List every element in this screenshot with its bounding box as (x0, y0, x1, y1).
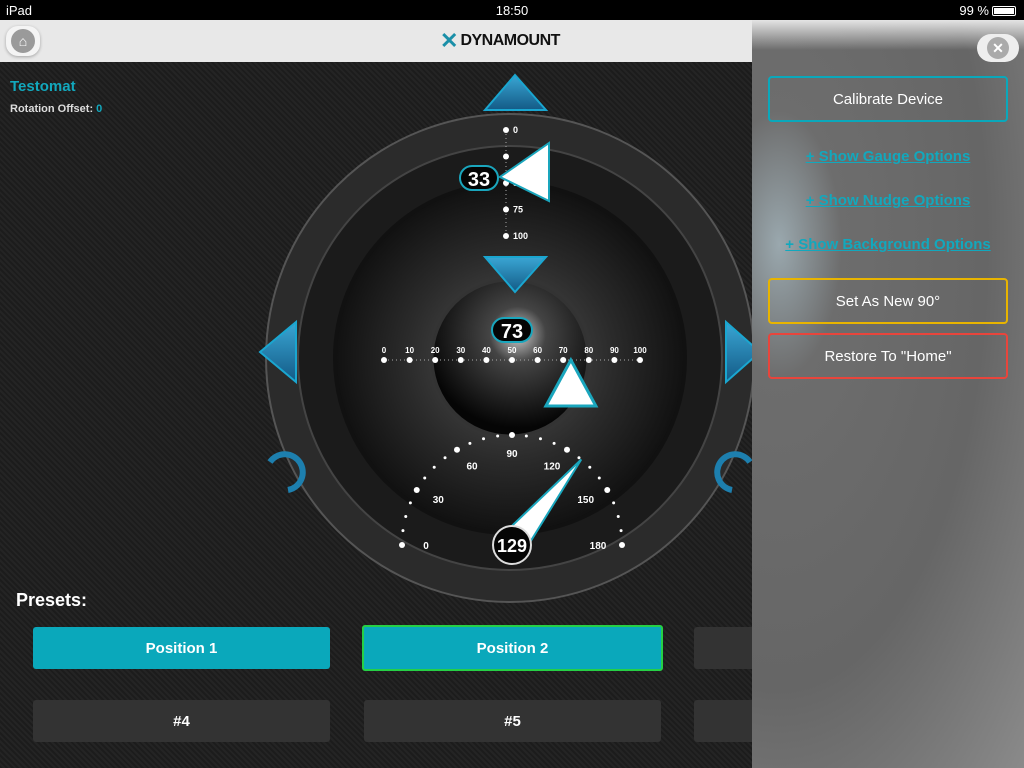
main-area: Testomat Rotation Offset: 0 050751003301… (0, 62, 752, 768)
horizontal-tick (637, 357, 643, 363)
home-button[interactable]: ⌂ (6, 26, 40, 56)
logo-mark-icon: ✕ (440, 28, 459, 53)
preset-4[interactable]: #4 (33, 700, 330, 742)
horizontal-tick-label: 90 (610, 346, 619, 355)
rotation-tick (482, 437, 486, 441)
horizontal-tick (432, 357, 439, 363)
horizontal-tick (406, 357, 413, 363)
battery-percent: 99 % (959, 3, 989, 18)
rotation-tick-label: 180 (590, 541, 607, 552)
rotation-tick (619, 542, 625, 548)
status-bar: iPad 18:50 99 % (0, 0, 1024, 20)
horizontal-tick (509, 357, 515, 363)
clock: 18:50 (495, 3, 529, 18)
horizontal-tick (381, 357, 387, 363)
rotation-tick-label: 30 (433, 495, 445, 506)
home-icon: ⌂ (11, 29, 35, 53)
logo: ✕ DYNAMOUNT (440, 28, 560, 54)
rotation-tick-label: 120 (544, 461, 561, 472)
rotation-tick (401, 529, 405, 533)
preset-position-1[interactable]: Position 1 (33, 627, 330, 669)
vertical-tick-label: 75 (513, 205, 523, 215)
calibrate-device-button[interactable]: Calibrate Device (768, 76, 1008, 122)
battery-icon (992, 6, 1016, 16)
horizontal-tick (560, 357, 567, 363)
rotation-tick (619, 529, 623, 533)
rotation-tick (616, 515, 620, 519)
horizontal-tick-label: 20 (431, 346, 440, 355)
rotation-tick (538, 437, 542, 441)
close-panel-button[interactable]: ✕ (977, 34, 1019, 62)
presets-label: Presets: (16, 590, 88, 610)
horizontal-value: 73 (501, 321, 523, 343)
rotation-tick (468, 441, 472, 445)
horizontal-tick (534, 357, 541, 363)
rotation-tick (408, 501, 412, 505)
horizontal-tick-label: 0 (382, 346, 387, 355)
show-gauge-options-link[interactable]: + Show Gauge Options (752, 148, 1024, 165)
logo-text: DYNAMOUNT (460, 32, 560, 49)
rotation-tick (552, 441, 556, 445)
rotation-tick (399, 542, 405, 548)
rotation-tick-label: 90 (506, 449, 518, 460)
rotation-tick (443, 456, 447, 460)
preset-5[interactable]: #5 (364, 700, 661, 742)
rotation-tick (564, 446, 570, 453)
preset-3[interactable] (694, 627, 752, 669)
horizontal-tick-label: 40 (482, 346, 491, 355)
rotation-tick-label: 60 (466, 461, 478, 472)
rotation-tick (454, 446, 460, 453)
battery-status: 99 % (959, 3, 1016, 18)
close-icon: ✕ (987, 37, 1009, 59)
vertical-value: 33 (468, 169, 490, 191)
horizontal-tick-label: 60 (533, 346, 542, 355)
horizontal-tick-label: 30 (456, 346, 465, 355)
horizontal-tick-label: 10 (405, 346, 414, 355)
rotation-tick (612, 501, 616, 505)
rotation-value: 129 (497, 536, 527, 556)
rotation-tick (577, 456, 581, 460)
rotation-tick (509, 432, 515, 438)
show-background-options-link[interactable]: + Show Background Options (752, 236, 1024, 253)
rotation-tick (423, 476, 427, 480)
rotation-tick (597, 476, 601, 480)
restore-home-button[interactable]: Restore To "Home" (768, 333, 1008, 379)
preset-position-2[interactable]: Position 2 (362, 625, 663, 671)
nudge-up-button[interactable] (482, 73, 549, 111)
horizontal-tick (585, 357, 592, 363)
show-nudge-options-link[interactable]: + Show Nudge Options (752, 192, 1024, 209)
horizontal-tick-label: 100 (633, 346, 647, 355)
horizontal-tick-label: 80 (584, 346, 593, 355)
horizontal-tick (457, 357, 464, 363)
rotation-tick-label: 150 (577, 495, 594, 506)
settings-panel: ✕ Calibrate Device + Show Gauge Options … (752, 20, 1024, 768)
rotation-tick (432, 465, 436, 469)
vertical-tick (503, 127, 509, 133)
vertical-tick (503, 153, 509, 160)
rotation-tick-label: 0 (423, 541, 429, 552)
rotation-tick (413, 487, 420, 493)
horizontal-tick (611, 357, 618, 363)
vertical-tick-label: 0 (513, 125, 518, 135)
horizontal-tick (483, 357, 490, 363)
rotation-tick (604, 487, 611, 493)
vertical-tick (503, 206, 509, 213)
rotation-tick (404, 515, 408, 519)
horizontal-tick-label: 50 (508, 346, 517, 355)
vertical-tick-label: 100 (513, 231, 528, 241)
rotation-tick (524, 434, 528, 438)
rotation-tick (496, 434, 500, 438)
preset-6[interactable] (694, 700, 752, 742)
set-as-new-90-button[interactable]: Set As New 90° (768, 278, 1008, 324)
horizontal-tick-label: 70 (559, 346, 568, 355)
rotation-tick (588, 465, 592, 469)
top-bar: ⌂ ✕ DYNAMOUNT (0, 20, 752, 62)
vertical-tick (503, 233, 509, 239)
